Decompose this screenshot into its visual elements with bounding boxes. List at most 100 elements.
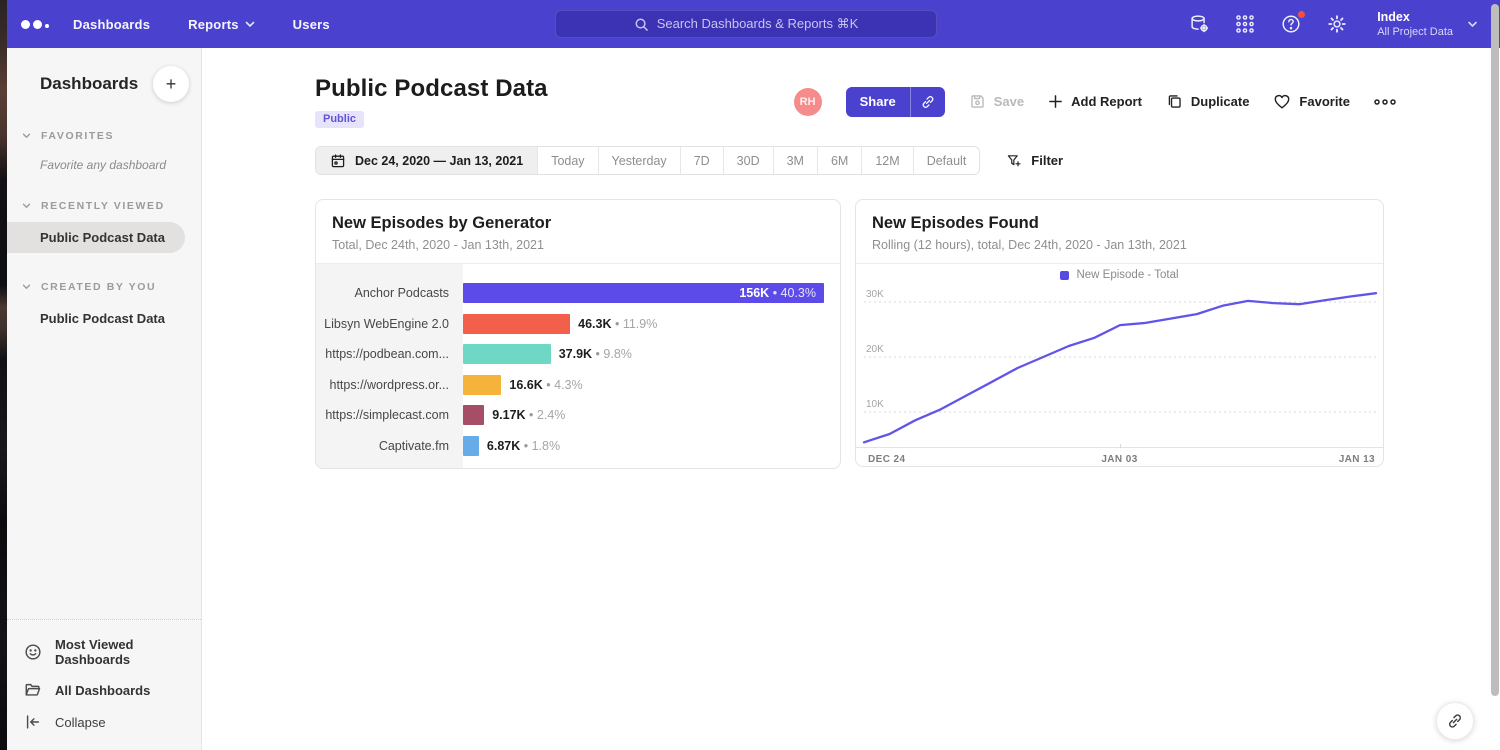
- bar-category-label: Anchor Podcasts: [316, 286, 463, 300]
- bar-segment[interactable]: [463, 344, 551, 364]
- line-series: [864, 293, 1376, 442]
- share-button[interactable]: Share: [846, 87, 910, 117]
- chevron-down-icon: [22, 203, 31, 209]
- add-report-button[interactable]: Add Report: [1048, 94, 1142, 109]
- bar-row[interactable]: Anchor Podcasts156K • 40.3%: [316, 278, 840, 309]
- search-icon: [634, 17, 649, 32]
- bar-segment[interactable]: [463, 405, 484, 425]
- settings-gear-icon[interactable]: [1325, 12, 1349, 36]
- filter-button[interactable]: Filter: [1006, 153, 1063, 169]
- top-nav: Dashboards Reports Users Search Dashboar…: [7, 0, 1500, 48]
- favorite-button[interactable]: Favorite: [1273, 93, 1350, 110]
- bar-chart-card: New Episodes by Generator Total, Dec 24t…: [315, 199, 841, 469]
- chart-title: New Episodes by Generator: [332, 214, 824, 233]
- avatar[interactable]: RH: [794, 88, 822, 116]
- collapse-icon: [24, 713, 42, 731]
- bar-category-label: https://podbean.com...: [316, 347, 463, 361]
- app-logo-icon[interactable]: [21, 20, 49, 29]
- apps-grid-icon[interactable]: [1233, 12, 1257, 36]
- filter-funnel-icon: [1006, 153, 1022, 169]
- chart-legend[interactable]: New Episode - Total: [856, 264, 1383, 286]
- section-favorites[interactable]: FAVORITES: [7, 130, 201, 142]
- background-window-sliver: [0, 0, 7, 750]
- bar-track: 9.17K • 2.4%: [463, 400, 840, 431]
- bar-value-label: 37.9K • 9.8%: [559, 347, 632, 361]
- preset-7d[interactable]: 7D: [681, 147, 724, 174]
- bar-value-label: 6.87K • 1.8%: [487, 439, 560, 453]
- copy-link-button[interactable]: [910, 87, 945, 117]
- preset-yesterday[interactable]: Yesterday: [599, 147, 681, 174]
- section-label: FAVORITES: [41, 130, 114, 142]
- preset-6m[interactable]: 6M: [818, 147, 862, 174]
- nav-item-dashboards[interactable]: Dashboards: [73, 17, 150, 32]
- preset-3m[interactable]: 3M: [774, 147, 818, 174]
- section-created-by-you[interactable]: CREATED BY YOU: [7, 281, 201, 293]
- legend-swatch: [1060, 271, 1069, 280]
- bar-row[interactable]: https://podbean.com... 37.9K • 9.8%: [316, 339, 840, 370]
- duplicate-label: Duplicate: [1191, 94, 1250, 109]
- more-options-button[interactable]: [1374, 99, 1396, 105]
- bar-category-label: Captivate.fm: [316, 439, 463, 453]
- legend-label: New Episode - Total: [1076, 269, 1178, 281]
- bar-value-label: 9.17K • 2.4%: [492, 408, 565, 422]
- date-range-label: Dec 24, 2020 — Jan 13, 2021: [355, 154, 523, 168]
- save-button[interactable]: Save: [969, 93, 1024, 110]
- y-tick-label: 30K: [866, 289, 884, 300]
- sidebar-item-public-podcast-data-created[interactable]: Public Podcast Data: [7, 303, 201, 334]
- bar-segment[interactable]: [463, 314, 570, 334]
- nav-item-label: Dashboards: [73, 17, 150, 32]
- chevron-down-icon: [22, 133, 31, 139]
- preset-default[interactable]: Default: [914, 147, 980, 174]
- bar-segment[interactable]: [463, 375, 501, 395]
- link-icon: [920, 94, 936, 110]
- save-icon: [969, 93, 986, 110]
- line-plot[interactable]: 10K20K30K: [860, 286, 1381, 447]
- floating-copy-link-button[interactable]: [1436, 702, 1474, 740]
- nav-item-label: Reports: [188, 17, 239, 32]
- footer-link-label: Collapse: [55, 715, 106, 730]
- bar-track: 16.6K • 4.3%: [463, 370, 840, 401]
- duplicate-button[interactable]: Duplicate: [1166, 93, 1250, 110]
- favorites-empty-state: Favorite any dashboard: [7, 142, 201, 172]
- bar-row[interactable]: https://simplecast.com 9.17K • 2.4%: [316, 400, 840, 431]
- bar-row[interactable]: https://wordpress.or...16.6K • 4.3%: [316, 370, 840, 401]
- sidebar-item-public-podcast-data[interactable]: Public Podcast Data: [7, 222, 185, 253]
- y-tick-label: 20K: [866, 344, 884, 355]
- favorite-label: Favorite: [1299, 94, 1350, 109]
- x-tick-mark: [1120, 444, 1121, 448]
- bar-category-label: https://simplecast.com: [316, 408, 463, 422]
- project-switcher[interactable]: Index All Project Data: [1377, 10, 1478, 39]
- bar-chart-rows: Anchor Podcasts156K • 40.3%Libsyn WebEng…: [316, 264, 840, 469]
- nav-item-reports[interactable]: Reports: [188, 17, 255, 32]
- bar-segment[interactable]: [463, 436, 479, 456]
- most-viewed-dashboards-link[interactable]: Most Viewed Dashboards: [7, 630, 201, 674]
- bar-row[interactable]: Captivate.fm 6.87K • 1.8%: [316, 431, 840, 462]
- data-source-icon[interactable]: [1187, 12, 1211, 36]
- heart-icon: [1273, 93, 1291, 110]
- preset-today[interactable]: Today: [538, 147, 598, 174]
- search-placeholder: Search Dashboards & Reports ⌘K: [657, 16, 859, 32]
- x-tick-label: JAN 13: [1339, 454, 1375, 465]
- search-input[interactable]: Search Dashboards & Reports ⌘K: [555, 10, 937, 38]
- nav-item-users[interactable]: Users: [293, 17, 330, 32]
- footer-link-label: All Dashboards: [55, 683, 150, 698]
- date-range-picker[interactable]: Dec 24, 2020 — Jan 13, 2021: [316, 147, 538, 174]
- bar-value-label: 16.6K • 4.3%: [509, 378, 582, 392]
- all-dashboards-link[interactable]: All Dashboards: [7, 674, 201, 706]
- page-scrollbar: [1491, 0, 1499, 750]
- preset-12m[interactable]: 12M: [862, 147, 913, 174]
- page-title: Public Podcast Data: [315, 75, 548, 103]
- sidebar-title: Dashboards: [40, 74, 138, 94]
- filter-label: Filter: [1031, 153, 1063, 168]
- collapse-sidebar-button[interactable]: Collapse: [7, 706, 201, 738]
- help-icon[interactable]: [1279, 12, 1303, 36]
- scrollbar-thumb[interactable]: [1491, 4, 1499, 696]
- chart-subtitle: Rolling (12 hours), total, Dec 24th, 202…: [872, 238, 1367, 252]
- section-recently-viewed[interactable]: RECENTLY VIEWED: [7, 200, 201, 212]
- bar-row[interactable]: Libsyn WebEngine 2.046.3K • 11.9%: [316, 309, 840, 340]
- preset-30d[interactable]: 30D: [724, 147, 774, 174]
- bar-segment[interactable]: 156K • 40.3%: [463, 283, 824, 303]
- add-dashboard-button[interactable]: +: [153, 66, 189, 102]
- public-badge: Public: [315, 111, 364, 128]
- main-content: Public Podcast Data Public RH Share Save…: [202, 48, 1500, 750]
